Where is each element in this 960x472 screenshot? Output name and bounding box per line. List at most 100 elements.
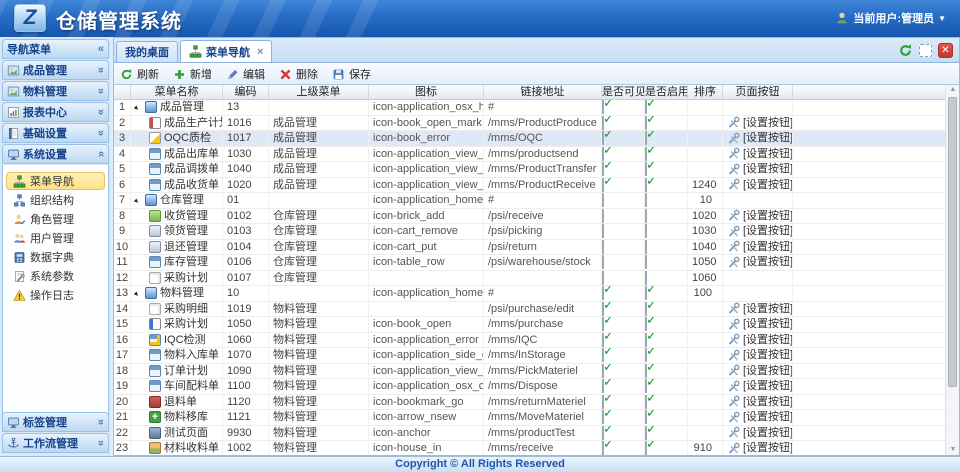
table-row[interactable]: 3OQC质检1017成品管理icon-book_error/mms/OQC[设置… xyxy=(114,131,945,147)
scroll-up-icon[interactable]: ▲ xyxy=(946,85,960,95)
enabled-checkbox[interactable] xyxy=(645,395,647,409)
table-row[interactable]: 14采购明细1019物料管理/psi/purchase/edit[设置按钮] xyxy=(114,302,945,318)
column-header-编码[interactable]: 编码 xyxy=(223,85,269,99)
configure-buttons-link[interactable]: [设置按钮] xyxy=(723,395,793,410)
enabled-checkbox[interactable] xyxy=(645,224,647,238)
tree-expander-icon[interactable]: ▾ xyxy=(131,286,146,301)
sidebar-item-角色管理[interactable]: 角色管理 xyxy=(6,210,105,228)
enabled-checkbox[interactable] xyxy=(645,410,647,424)
configure-buttons-link[interactable]: [设置按钮] xyxy=(723,240,793,255)
visible-checkbox[interactable] xyxy=(602,426,604,440)
table-row[interactable]: 11库存管理0106仓库管理icon-table_row/psi/warehou… xyxy=(114,255,945,271)
table-row[interactable]: 5成品调拨单1040成品管理icon-application_view_icon… xyxy=(114,162,945,178)
visible-checkbox[interactable] xyxy=(602,379,604,393)
close-window-icon[interactable]: ✕ xyxy=(938,43,953,58)
configure-buttons-link[interactable]: [设置按钮] xyxy=(723,410,793,425)
enabled-checkbox[interactable] xyxy=(645,147,647,161)
enabled-checkbox[interactable] xyxy=(645,333,647,347)
configure-buttons-link[interactable]: [设置按钮] xyxy=(723,162,793,177)
visible-checkbox[interactable] xyxy=(602,240,604,254)
refresh-tab-icon[interactable] xyxy=(898,43,913,58)
column-header-上级菜单[interactable]: 上级菜单 xyxy=(269,85,369,99)
sidebar-panel-标签管理[interactable]: 标签管理« xyxy=(2,412,109,432)
enabled-checkbox[interactable] xyxy=(645,348,647,362)
configure-buttons-link[interactable]: [设置按钮] xyxy=(723,209,793,224)
visible-checkbox[interactable] xyxy=(602,410,604,424)
configure-buttons-link[interactable]: [设置按钮] xyxy=(723,224,793,239)
enabled-checkbox[interactable] xyxy=(645,426,647,440)
visible-checkbox[interactable] xyxy=(602,271,604,285)
enabled-checkbox[interactable] xyxy=(645,193,647,207)
visible-checkbox[interactable] xyxy=(602,286,604,300)
sidebar-item-系统参数[interactable]: 系统参数 xyxy=(6,267,105,285)
sidebar-panel-报表中心[interactable]: 报表中心« xyxy=(2,102,109,122)
sidebar-item-用户管理[interactable]: 用户管理 xyxy=(6,229,105,247)
visible-checkbox[interactable] xyxy=(602,255,604,269)
table-row[interactable]: 2成品生产计划1016成品管理icon-book_open_mark/mms/P… xyxy=(114,116,945,132)
visible-checkbox[interactable] xyxy=(602,302,604,316)
enabled-checkbox[interactable] xyxy=(645,379,647,393)
保存-button[interactable]: 保存 xyxy=(332,66,371,82)
visible-checkbox[interactable] xyxy=(602,193,604,207)
enabled-checkbox[interactable] xyxy=(645,100,647,114)
enabled-checkbox[interactable] xyxy=(645,364,647,378)
tab-菜单导航[interactable]: 菜单导航× xyxy=(180,40,272,62)
table-row[interactable]: 19车间配料单1100物料管理icon-application_osx_casc… xyxy=(114,379,945,395)
enabled-checkbox[interactable] xyxy=(645,255,647,269)
sidebar-item-组织结构[interactable]: 组织结构 xyxy=(6,191,105,209)
configure-buttons-link[interactable]: [设置按钮] xyxy=(723,255,793,270)
sidebar-panel-物料管理[interactable]: 物料管理« xyxy=(2,81,109,101)
table-row[interactable]: 18订单计划1090物料管理icon-application_view_deta… xyxy=(114,364,945,380)
collapse-sidebar-icon[interactable]: « xyxy=(98,43,104,55)
enabled-checkbox[interactable] xyxy=(645,116,647,130)
table-row[interactable]: 23材料收料单1002物料管理icon-house_in/mms/receive… xyxy=(114,441,945,455)
删除-button[interactable]: 删除 xyxy=(279,66,318,82)
table-row[interactable]: 1▾成品管理13icon-application_osx_home# xyxy=(114,100,945,116)
scroll-down-icon[interactable]: ▼ xyxy=(946,445,960,455)
enabled-checkbox[interactable] xyxy=(645,302,647,316)
table-row[interactable]: 9领货管理0103仓库管理icon-cart_remove/psi/pickin… xyxy=(114,224,945,240)
table-row[interactable]: 16IQC检测1060物料管理icon-application_error/mm… xyxy=(114,333,945,349)
tree-expander-icon[interactable]: ▾ xyxy=(131,100,146,115)
tree-expander-icon[interactable]: ▾ xyxy=(131,193,146,208)
table-row[interactable]: 21物料移库1121物料管理icon-arrow_nsew/mms/MoveMa… xyxy=(114,410,945,426)
visible-checkbox[interactable] xyxy=(602,333,604,347)
column-header-菜单名称[interactable]: 菜单名称 xyxy=(131,85,223,99)
sidebar-item-操作日志[interactable]: 操作日志 xyxy=(6,286,105,304)
visible-checkbox[interactable] xyxy=(602,131,604,145)
configure-buttons-link[interactable]: [设置按钮] xyxy=(723,379,793,394)
sidebar-panel-基础设置[interactable]: 基础设置« xyxy=(2,123,109,143)
configure-buttons-link[interactable]: [设置按钮] xyxy=(723,333,793,348)
enabled-checkbox[interactable] xyxy=(645,209,647,223)
column-header-是否启用[interactable]: 是否启用 xyxy=(645,85,688,99)
visible-checkbox[interactable] xyxy=(602,147,604,161)
column-header-图标[interactable]: 图标 xyxy=(369,85,484,99)
configure-buttons-link[interactable]: [设置按钮] xyxy=(723,116,793,131)
table-row[interactable]: 4成品出库单1030成品管理icon-application_view_tile… xyxy=(114,147,945,163)
visible-checkbox[interactable] xyxy=(602,348,604,362)
column-header-链接地址[interactable]: 链接地址 xyxy=(484,85,602,99)
enabled-checkbox[interactable] xyxy=(645,317,647,331)
visible-checkbox[interactable] xyxy=(602,441,604,455)
visible-checkbox[interactable] xyxy=(602,178,604,192)
table-row[interactable]: 10退还管理0104仓库管理icon-cart_put/psi/return10… xyxy=(114,240,945,256)
table-row[interactable]: 13▾物料管理10icon-application_home#100 xyxy=(114,286,945,302)
enabled-checkbox[interactable] xyxy=(645,441,647,455)
编辑-button[interactable]: 编辑 xyxy=(226,66,265,82)
新增-button[interactable]: 新增 xyxy=(173,66,212,82)
visible-checkbox[interactable] xyxy=(602,395,604,409)
restore-window-icon[interactable] xyxy=(919,44,932,57)
configure-buttons-link[interactable]: [设置按钮] xyxy=(723,441,793,455)
configure-buttons-link[interactable]: [设置按钮] xyxy=(723,426,793,441)
sidebar-panel-成品管理[interactable]: 成品管理« xyxy=(2,60,109,80)
sidebar-item-数据字典[interactable]: 数据字典 xyxy=(6,248,105,266)
column-header-页面按钮[interactable]: 页面按钮 xyxy=(723,85,793,99)
table-row[interactable]: 17物料入库单1070物料管理icon-application_side_exp… xyxy=(114,348,945,364)
刷新-button[interactable]: 刷新 xyxy=(120,66,159,82)
visible-checkbox[interactable] xyxy=(602,100,604,114)
vertical-scrollbar[interactable]: ▲ ▼ xyxy=(945,85,959,455)
table-row[interactable]: 8收货管理0102仓库管理icon-brick_add/psi/receive1… xyxy=(114,209,945,225)
enabled-checkbox[interactable] xyxy=(645,286,647,300)
configure-buttons-link[interactable]: [设置按钮] xyxy=(723,131,793,146)
visible-checkbox[interactable] xyxy=(602,224,604,238)
